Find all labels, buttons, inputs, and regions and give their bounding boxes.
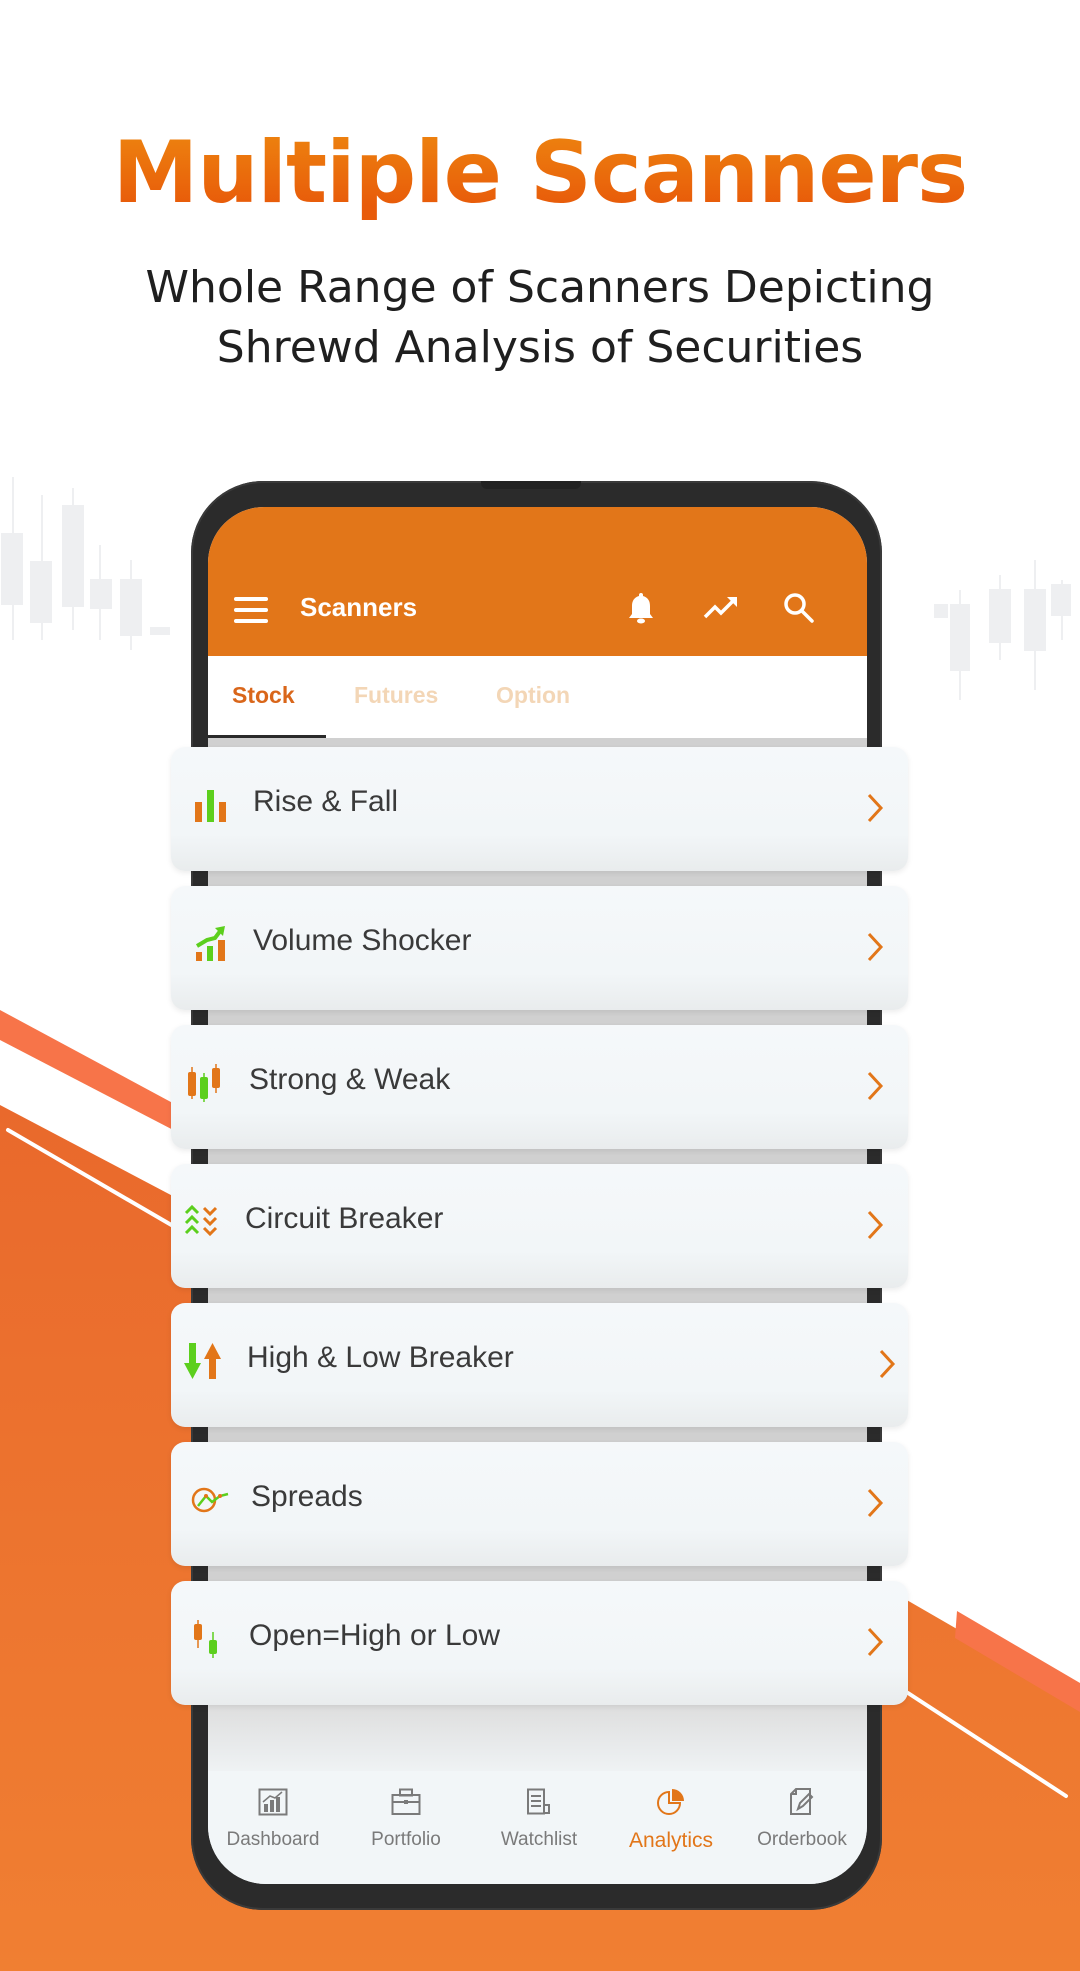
scanner-rise-and-fall[interactable]: Rise & Fall	[171, 747, 908, 871]
scanner-label: Rise & Fall	[253, 785, 399, 818]
spread-gauge-icon	[189, 1478, 233, 1522]
nav-analytics[interactable]: Analytics	[606, 1785, 736, 1853]
volume-growth-icon	[189, 922, 233, 966]
nav-orderbook[interactable]: Orderbook	[737, 1785, 867, 1851]
scanner-strong-and-weak[interactable]: Strong & Weak	[171, 1025, 908, 1149]
open-high-low-candles-icon	[187, 1617, 231, 1661]
scanner-spreads[interactable]: Spreads	[171, 1442, 908, 1566]
nav-label: Analytics	[628, 1829, 714, 1852]
bell-icon[interactable]	[618, 585, 664, 631]
chevron-right-icon	[867, 1488, 884, 1518]
chevron-right-icon	[867, 793, 884, 823]
chevron-right-icon	[867, 932, 884, 962]
chevron-right-icon	[867, 1210, 884, 1240]
segment-tabs: Stock Futures Option	[208, 656, 867, 739]
dashboard-chart-icon	[208, 1785, 338, 1819]
nav-label: Dashboard	[226, 1829, 320, 1850]
app-bar: Scanners	[208, 507, 867, 656]
bottom-navigation: Dashboard Portfolio Watchlist Analytics	[208, 1771, 867, 1884]
nav-portfolio[interactable]: Portfolio	[341, 1785, 471, 1851]
trending-up-icon[interactable]	[698, 585, 744, 631]
tab-option[interactable]: Option	[496, 682, 570, 709]
scanner-circuit-breaker[interactable]: Circuit Breaker	[171, 1164, 908, 1288]
scanner-open-high-or-low[interactable]: Open=High or Low	[171, 1581, 908, 1705]
bar-chart-icon	[189, 783, 233, 827]
chevron-right-icon	[867, 1071, 884, 1101]
hero-subtitle: Whole Range of Scanners Depicting Shrewd…	[0, 258, 1080, 378]
chevron-right-icon	[879, 1349, 896, 1379]
tab-stock[interactable]: Stock	[232, 682, 295, 709]
app-bar-title: Scanners	[300, 592, 418, 622]
scanner-label: Circuit Breaker	[245, 1202, 444, 1235]
nav-watchlist[interactable]: Watchlist	[474, 1785, 604, 1851]
scanner-high-and-low-breaker[interactable]: High & Low Breaker	[171, 1303, 908, 1427]
nav-label: Watchlist	[500, 1829, 578, 1850]
scanner-label: Spreads	[251, 1480, 363, 1513]
list-document-icon	[474, 1785, 604, 1819]
nav-dashboard[interactable]: Dashboard	[208, 1785, 338, 1851]
nav-label: Orderbook	[757, 1829, 847, 1850]
hero-subtitle-line-2: Shrewd Analysis of Securities	[216, 322, 864, 373]
scanner-label: Open=High or Low	[249, 1619, 500, 1652]
up-down-chevrons-icon	[181, 1200, 225, 1244]
nav-label: Portfolio	[371, 1829, 441, 1850]
phone-notch	[481, 481, 581, 489]
chevron-right-icon	[867, 1627, 884, 1657]
scanner-label: Volume Shocker	[253, 924, 472, 957]
down-up-arrows-icon	[181, 1339, 225, 1383]
menu-icon[interactable]	[234, 597, 268, 623]
pie-chart-icon	[606, 1785, 736, 1819]
scanner-volume-shocker[interactable]: Volume Shocker	[171, 886, 908, 1010]
edit-document-icon	[737, 1785, 867, 1819]
hero-subtitle-line-1: Whole Range of Scanners Depicting	[145, 262, 935, 313]
briefcase-icon	[341, 1785, 471, 1819]
scanner-label: Strong & Weak	[249, 1063, 451, 1096]
scanner-label: High & Low Breaker	[247, 1341, 514, 1374]
search-icon[interactable]	[776, 585, 822, 631]
tab-futures[interactable]: Futures	[354, 682, 438, 709]
candlestick-icon	[183, 1061, 227, 1105]
hero-title: Multiple Scanners	[0, 118, 1080, 228]
